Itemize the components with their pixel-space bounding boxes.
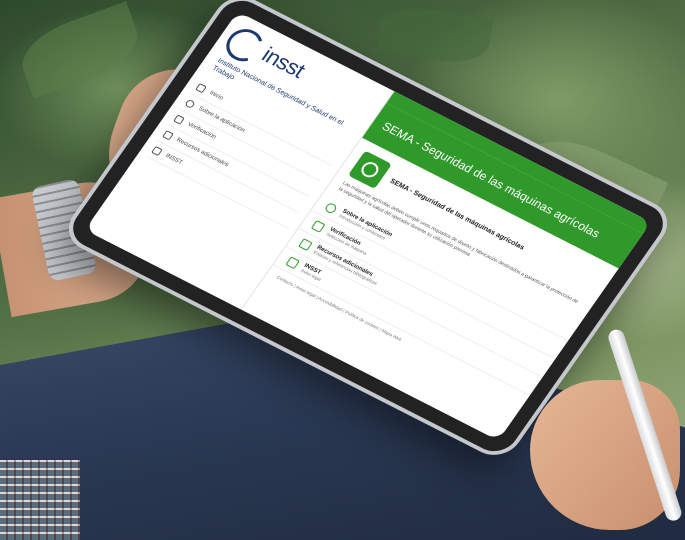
folder-icon: [162, 130, 174, 141]
info-icon: [324, 201, 339, 215]
home-icon: [195, 83, 207, 94]
sidebar-item-label: Inicio: [208, 90, 225, 102]
sidebar-item-label: INSST: [164, 153, 184, 167]
document-icon: [311, 219, 327, 233]
card-text: INSST Aviso legal: [300, 263, 326, 282]
building-icon: [285, 256, 301, 269]
folder-icon: [298, 237, 314, 251]
gear-icon: [358, 159, 382, 181]
building-icon: [151, 145, 163, 157]
plaid-shirt: [0, 460, 80, 540]
document-icon: [173, 114, 185, 125]
info-icon: [184, 98, 196, 109]
